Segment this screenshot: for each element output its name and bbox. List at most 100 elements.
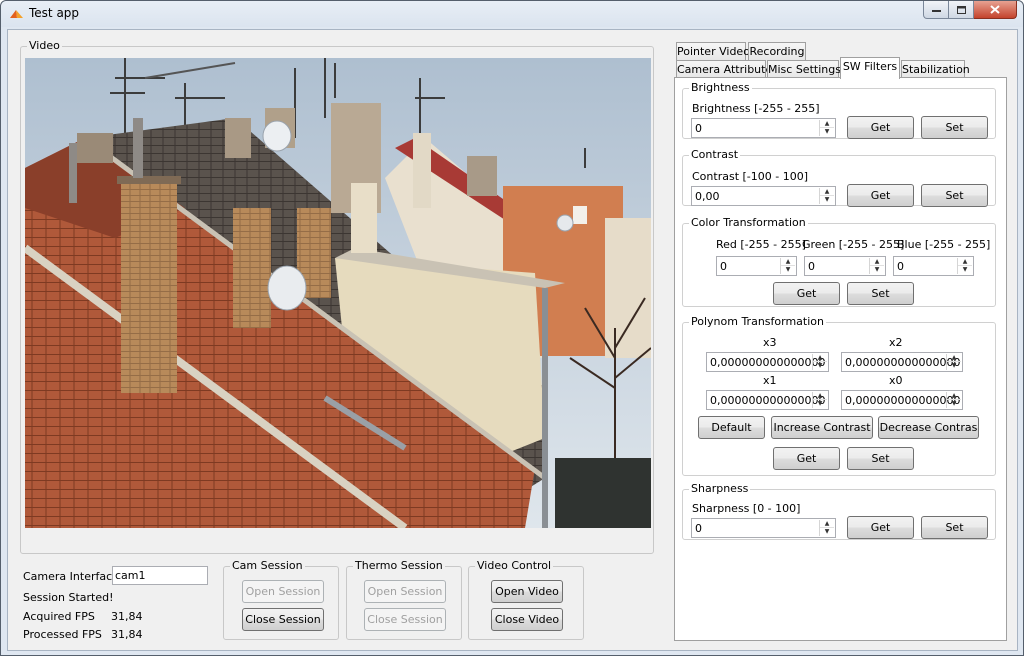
red-value: 0 bbox=[720, 260, 727, 273]
contrast-spinner[interactable]: 0,00 ▲ ▼ bbox=[691, 186, 836, 206]
session-status-text: Session Started! bbox=[23, 591, 114, 604]
x1-value: 0,000000000000000 bbox=[710, 394, 826, 407]
spin-up-icon[interactable]: ▲ bbox=[813, 392, 827, 400]
tab-recording[interactable]: Recording bbox=[748, 42, 806, 61]
x1-spin-arrows[interactable]: ▲ ▼ bbox=[812, 392, 827, 408]
green-spin-arrows[interactable]: ▲ ▼ bbox=[869, 258, 884, 274]
spin-up-icon[interactable]: ▲ bbox=[870, 258, 884, 266]
spin-up-icon[interactable]: ▲ bbox=[820, 188, 834, 196]
brightness-set-button[interactable]: Set bbox=[921, 116, 988, 139]
color-transformation-legend: Color Transformation bbox=[689, 216, 808, 229]
sharpness-range-label: Sharpness [0 - 100] bbox=[692, 502, 801, 515]
thermo-close-session-button[interactable]: Close Session bbox=[364, 608, 446, 631]
thermo-open-session-button[interactable]: Open Session bbox=[364, 580, 446, 603]
decrease-contrast-button[interactable]: Decrease Contras bbox=[878, 416, 979, 439]
x0-spinner[interactable]: 0,000000000000000 ▲ ▼ bbox=[841, 390, 963, 410]
x3-spinner[interactable]: 0,000000000000000 ▲ ▼ bbox=[706, 352, 829, 372]
green-spinner[interactable]: 0 ▲ ▼ bbox=[804, 256, 886, 276]
maximize-button[interactable] bbox=[949, 1, 974, 19]
camera-interface-input[interactable]: cam1 bbox=[112, 566, 208, 585]
spin-down-icon[interactable]: ▼ bbox=[947, 400, 961, 408]
spin-down-icon[interactable]: ▼ bbox=[947, 362, 961, 370]
x0-value: 0,000000000000000 bbox=[845, 394, 961, 407]
polynom-transformation-legend: Polynom Transformation bbox=[689, 315, 826, 328]
x2-spin-arrows[interactable]: ▲ ▼ bbox=[946, 354, 961, 370]
acquired-fps-value: 31,84 bbox=[111, 610, 143, 623]
brightness-legend: Brightness bbox=[689, 81, 752, 94]
tab-pointer-video[interactable]: Pointer Video bbox=[676, 42, 750, 61]
spin-down-icon[interactable]: ▼ bbox=[958, 266, 972, 274]
x0-label: x0 bbox=[889, 374, 903, 387]
brightness-spin-arrows[interactable]: ▲ ▼ bbox=[819, 120, 834, 136]
client-area: Video Camera Interface: cam1 Session Sta… bbox=[7, 29, 1018, 651]
polynom-set-button[interactable]: Set bbox=[847, 447, 914, 470]
spin-up-icon[interactable]: ▲ bbox=[813, 354, 827, 362]
contrast-spin-arrows[interactable]: ▲ ▼ bbox=[819, 188, 834, 204]
spin-down-icon[interactable]: ▼ bbox=[813, 362, 827, 370]
contrast-value: 0,00 bbox=[695, 190, 720, 203]
minimize-icon bbox=[931, 9, 941, 12]
cam-close-session-button[interactable]: Close Session bbox=[242, 608, 324, 631]
cam-session-legend: Cam Session bbox=[232, 559, 303, 572]
red-range-label: Red [-255 - 255] bbox=[716, 238, 806, 251]
acquired-fps-label: Acquired FPS bbox=[23, 610, 95, 623]
spin-down-icon[interactable]: ▼ bbox=[781, 266, 795, 274]
increase-contrast-button[interactable]: Increase Contrast bbox=[771, 416, 873, 439]
spin-down-icon[interactable]: ▼ bbox=[820, 128, 834, 136]
title-bar[interactable]: Test app bbox=[1, 1, 1023, 27]
maximize-icon bbox=[956, 5, 966, 14]
brightness-value: 0 bbox=[695, 122, 702, 135]
spin-up-icon[interactable]: ▲ bbox=[781, 258, 795, 266]
brightness-spinner[interactable]: 0 ▲ ▼ bbox=[691, 118, 836, 138]
polynom-get-button[interactable]: Get bbox=[773, 447, 840, 470]
sharpness-set-button[interactable]: Set bbox=[921, 516, 988, 539]
spin-up-icon[interactable]: ▲ bbox=[958, 258, 972, 266]
close-icon bbox=[990, 5, 1000, 14]
spin-up-icon[interactable]: ▲ bbox=[947, 392, 961, 400]
contrast-range-label: Contrast [-100 - 100] bbox=[692, 170, 809, 183]
sharpness-get-button[interactable]: Get bbox=[847, 516, 914, 539]
spin-up-icon[interactable]: ▲ bbox=[820, 120, 834, 128]
x3-value: 0,000000000000000 bbox=[710, 356, 826, 369]
spin-down-icon[interactable]: ▼ bbox=[813, 400, 827, 408]
color-get-button[interactable]: Get bbox=[773, 282, 840, 305]
contrast-set-button[interactable]: Set bbox=[921, 184, 988, 207]
open-video-button[interactable]: Open Video bbox=[491, 580, 563, 603]
caption-buttons bbox=[923, 1, 1017, 19]
x2-value: 0,000000000000000 bbox=[845, 356, 961, 369]
red-spin-arrows[interactable]: ▲ ▼ bbox=[780, 258, 795, 274]
spin-down-icon[interactable]: ▼ bbox=[820, 196, 834, 204]
sharpness-legend: Sharpness bbox=[689, 482, 751, 495]
close-video-button[interactable]: Close Video bbox=[491, 608, 563, 631]
window-title: Test app bbox=[29, 6, 80, 20]
polynom-default-button[interactable]: Default bbox=[698, 416, 765, 439]
contrast-get-button[interactable]: Get bbox=[847, 184, 914, 207]
spin-down-icon[interactable]: ▼ bbox=[820, 528, 834, 536]
x3-spin-arrows[interactable]: ▲ ▼ bbox=[812, 354, 827, 370]
tab-sw-filters[interactable]: SW Filters bbox=[840, 57, 900, 79]
x0-spin-arrows[interactable]: ▲ ▼ bbox=[946, 392, 961, 408]
video-group-legend: Video bbox=[29, 39, 60, 52]
app-window: Test app Video Camera Interface: cam1 Se… bbox=[0, 0, 1024, 656]
blue-spinner[interactable]: 0 ▲ ▼ bbox=[893, 256, 974, 276]
close-button[interactable] bbox=[974, 1, 1017, 19]
processed-fps-value: 31,84 bbox=[111, 628, 143, 641]
red-spinner[interactable]: 0 ▲ ▼ bbox=[716, 256, 797, 276]
sharpness-spinner[interactable]: 0 ▲ ▼ bbox=[691, 518, 836, 538]
minimize-button[interactable] bbox=[923, 1, 949, 19]
blue-spin-arrows[interactable]: ▲ ▼ bbox=[957, 258, 972, 274]
brightness-get-button[interactable]: Get bbox=[847, 116, 914, 139]
processed-fps-label: Processed FPS bbox=[23, 628, 102, 641]
spin-up-icon[interactable]: ▲ bbox=[820, 520, 834, 528]
blue-range-label: Blue [-255 - 255] bbox=[897, 238, 991, 251]
spin-up-icon[interactable]: ▲ bbox=[947, 354, 961, 362]
sharpness-spin-arrows[interactable]: ▲ ▼ bbox=[819, 520, 834, 536]
color-set-button[interactable]: Set bbox=[847, 282, 914, 305]
video-display[interactable] bbox=[25, 58, 651, 528]
cam-open-session-button[interactable]: Open Session bbox=[242, 580, 324, 603]
sw-filters-tab-page: Brightness Brightness [-255 - 255] 0 ▲ ▼ … bbox=[674, 77, 1007, 641]
brightness-range-label: Brightness [-255 - 255] bbox=[692, 102, 820, 115]
x2-spinner[interactable]: 0,000000000000000 ▲ ▼ bbox=[841, 352, 963, 372]
x1-spinner[interactable]: 0,000000000000000 ▲ ▼ bbox=[706, 390, 829, 410]
spin-down-icon[interactable]: ▼ bbox=[870, 266, 884, 274]
